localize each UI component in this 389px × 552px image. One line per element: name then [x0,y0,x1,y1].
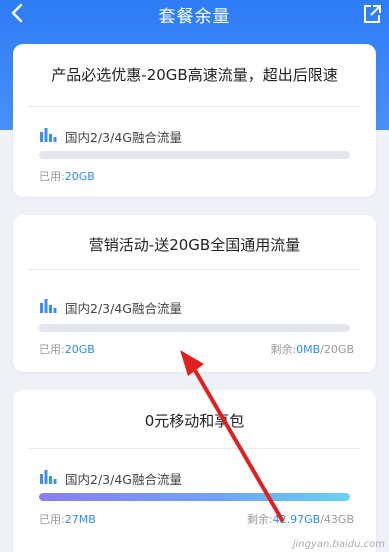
remaining-amount: 剩余:0MB/20GB [270,341,354,357]
share-icon[interactable] [361,3,383,25]
remaining-value: 0MB [296,343,321,356]
remaining-amount: 剩余:42.97GB/43GB [247,511,354,527]
used-label: 已用: [39,343,65,356]
bar-chart-icon [40,299,57,313]
remaining-value: 42.97GB [272,513,321,526]
package-card[interactable]: 0元移动和享包 国内2/3/4G融合流量 已用:27MB 剩余:42.97GB/… [13,390,376,552]
watermark: jingyan.baidu.com [292,539,385,550]
used-value: 27MB [64,513,96,526]
used-amount: 已用:27MB [39,511,96,527]
divider [28,106,361,107]
card-title: 0元移动和享包 [144,412,245,430]
remaining-label: 剩余: [246,513,273,526]
usage-progress-bar [39,151,350,159]
bar-chart-icon [40,470,57,484]
traffic-type-label: 国内2/3/4G融合流量 [65,301,182,316]
traffic-type-label: 国内2/3/4G融合流量 [65,472,182,487]
card-title: 营销活动-送20GB全国通用流量 [88,236,301,254]
usage-progress-bar [39,493,350,501]
used-amount: 已用:20GB [39,168,95,184]
divider [28,448,361,449]
total-value: /43GB [320,513,354,526]
card-title: 产品必选优惠-20GB高速流量，超出后限速 [51,66,338,84]
usage-progress-fill [39,493,350,501]
package-card[interactable]: 产品必选优惠-20GB高速流量，超出后限速 国内2/3/4G融合流量 已用:20… [13,44,376,197]
page-title: 套餐余量 [158,7,231,27]
bar-chart-icon [40,128,57,142]
total-value: /20GB [320,343,354,356]
used-value: 20GB [64,170,95,183]
used-label: 已用: [39,513,65,526]
top-bar: 套餐余量 [0,0,389,28]
traffic-type-label: 国内2/3/4G融合流量 [65,130,182,145]
divider [28,269,361,270]
remaining-label: 剩余: [270,343,297,356]
package-card[interactable]: 营销活动-送20GB全国通用流量 国内2/3/4G融合流量 已用:20GB 剩余… [13,215,376,372]
used-value: 20GB [64,343,95,356]
used-label: 已用: [39,170,65,183]
usage-progress-bar [39,324,350,332]
used-amount: 已用:20GB [39,341,95,357]
